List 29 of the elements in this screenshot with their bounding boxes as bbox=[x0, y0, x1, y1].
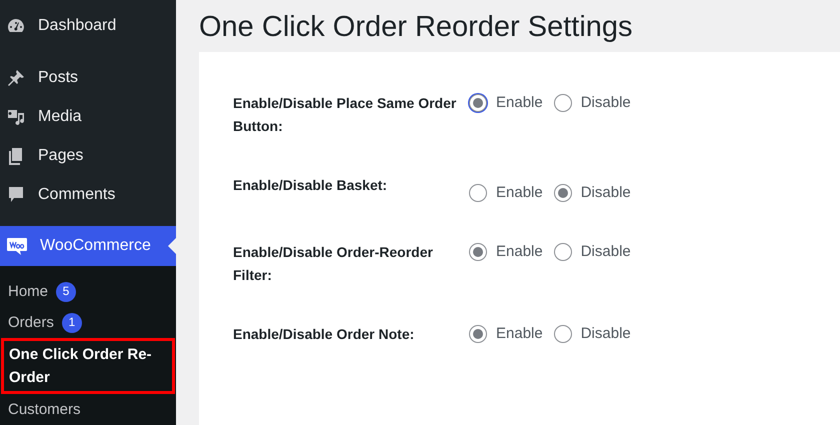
option-label: Enable bbox=[496, 183, 543, 203]
option-label: Disable bbox=[580, 183, 631, 203]
option-label: Enable bbox=[496, 324, 543, 344]
count-badge: 1 bbox=[62, 312, 82, 332]
option-label: Enable bbox=[496, 93, 543, 113]
count-badge: 5 bbox=[56, 282, 76, 302]
speech-bubble-icon bbox=[6, 184, 26, 204]
pushpin-icon bbox=[6, 68, 26, 88]
option-label: Enable bbox=[496, 242, 543, 262]
submenu-item[interactable]: One Click Order Re-Order bbox=[1, 338, 175, 394]
submenu-item[interactable]: Orders 1 bbox=[0, 307, 176, 338]
setting-label: Enable/Disable Basket: bbox=[233, 176, 388, 195]
option-label: Disable bbox=[580, 242, 631, 262]
sidebar-item[interactable]: WooCommerce bbox=[0, 226, 176, 266]
option-label: Disable bbox=[580, 93, 631, 113]
sidebar-item[interactable]: Comments bbox=[0, 175, 176, 214]
setting-label: Enable/Disable Order-Reorder Filter: bbox=[233, 242, 434, 284]
sidebar-item[interactable]: Dashboard bbox=[0, 6, 176, 45]
setting-label: Enable/Disable Order Note: bbox=[233, 324, 416, 344]
sidebar-item[interactable]: Posts bbox=[0, 58, 176, 97]
page-title: One Click Order Reorder Settings bbox=[199, 10, 634, 45]
current-menu-arrow-icon bbox=[168, 238, 176, 254]
submenu-item[interactable]: Home 5 bbox=[0, 276, 176, 307]
option-label: Disable bbox=[580, 324, 631, 344]
setting-label: Enable/Disable Place Same Order Button: bbox=[233, 94, 458, 136]
sidebar-item[interactable]: Pages bbox=[0, 136, 176, 175]
shop-logo-icon bbox=[6, 236, 28, 256]
submenu-item[interactable]: Customers bbox=[0, 394, 176, 425]
sidebar-item[interactable]: Media bbox=[0, 97, 176, 136]
